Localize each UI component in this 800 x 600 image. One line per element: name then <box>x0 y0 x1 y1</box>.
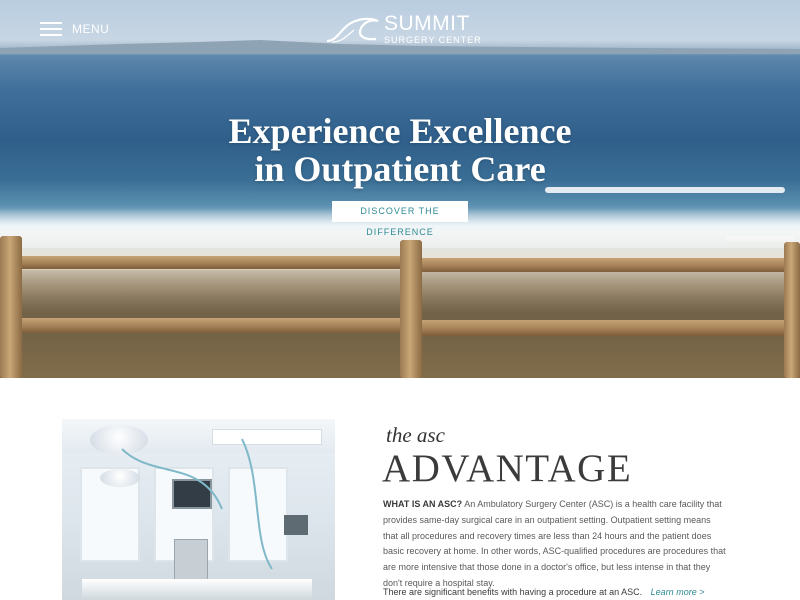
site-logo[interactable]: SUMMIT SURGERY CENTER <box>326 12 482 46</box>
fence-post <box>0 236 22 378</box>
asc-description: WHAT IS AN ASC? An Ambulatory Surgery Ce… <box>383 497 728 592</box>
top-navigation: MENU SUMMIT SURGERY CENTER <box>0 0 800 56</box>
menu-label: MENU <box>72 22 110 36</box>
hamburger-icon <box>40 22 62 36</box>
section-title: ADVANTAGE <box>382 447 633 490</box>
ceiling-cables <box>121 438 273 570</box>
benefits-line: There are significant benefits with havi… <box>383 587 728 597</box>
fence-rail <box>415 320 800 336</box>
asc-description-text: An Ambulatory Surgery Center (ASC) is a … <box>383 499 726 588</box>
hero-banner: MENU SUMMIT SURGERY CENTER Experience Ex… <box>0 0 800 378</box>
fence-post <box>784 242 800 378</box>
fence-rail <box>10 256 405 269</box>
learn-more-link[interactable]: Learn more > <box>651 587 705 597</box>
fence-rail <box>415 258 800 272</box>
hero-title-line2: in Outpatient Care <box>254 149 546 189</box>
benefits-text: There are significant benefits with havi… <box>383 587 643 597</box>
hero-title: Experience Excellence in Outpatient Care <box>0 112 800 188</box>
menu-button[interactable]: MENU <box>40 20 109 38</box>
operating-room-photo <box>62 419 335 600</box>
logo-name: SUMMIT <box>384 12 470 35</box>
asc-question-label: WHAT IS AN ASC? <box>383 499 463 509</box>
logo-subtitle: SURGERY CENTER <box>384 35 482 45</box>
fence-rail <box>10 318 405 333</box>
wave-logo-icon <box>326 17 379 43</box>
discover-button[interactable]: DISCOVER THE DIFFERENCE <box>332 201 468 237</box>
fence-post <box>400 240 422 378</box>
hero-title-line1: Experience Excellence <box>228 111 572 151</box>
section-eyebrow: the asc <box>386 423 445 447</box>
